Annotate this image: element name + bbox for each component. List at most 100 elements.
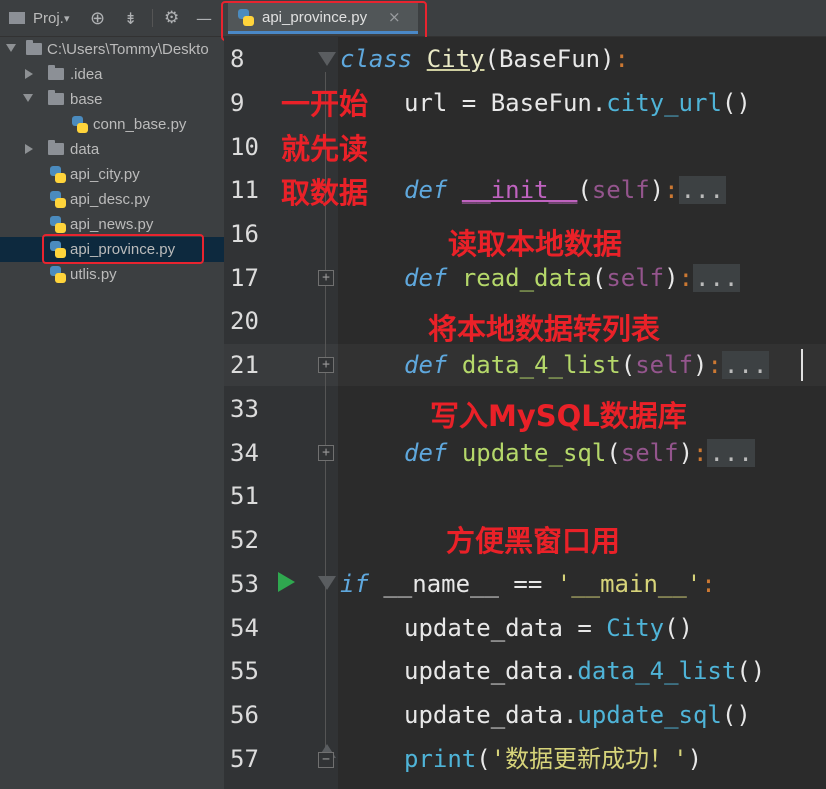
line-number: 8 — [230, 45, 245, 73]
code-line-55[interactable]: update_data.data_4_list() — [404, 657, 765, 685]
annotation-first-read-3: 取数据 — [281, 176, 369, 210]
attribute: city_url — [606, 89, 722, 117]
operator: == — [513, 570, 543, 598]
expand-arrow-icon[interactable] — [23, 94, 33, 102]
code-text: () — [736, 657, 766, 685]
code-line-34[interactable]: def update_sql(self):... — [404, 439, 755, 467]
code-text: : — [707, 351, 722, 379]
folded-code[interactable]: ... — [707, 439, 755, 467]
project-view-title[interactable]: Proj. — [33, 0, 64, 36]
collapsed-arrow-icon[interactable] — [25, 144, 33, 154]
self-param: self — [591, 176, 650, 204]
line-number: 52 — [230, 526, 259, 554]
code-text: () — [721, 701, 751, 729]
annotation-write-mysql: 写入MySQL数据库 — [430, 399, 687, 433]
code-line-53[interactable]: if __name__ == '__main__': — [340, 570, 716, 598]
annotation-read-local: 读取本地数据 — [448, 227, 623, 261]
python-file-icon — [50, 216, 66, 233]
code-text: ( — [577, 176, 592, 204]
toolbar-divider — [152, 9, 153, 27]
python-file-icon — [50, 266, 66, 283]
function-name: read_data — [461, 264, 592, 292]
tree-item-api-desc[interactable]: api_desc.py — [0, 187, 224, 212]
code-text: () — [664, 614, 693, 642]
keyword: def — [404, 439, 448, 467]
fold-expand-icon[interactable]: + — [318, 270, 334, 286]
tree-item-idea[interactable]: .idea — [0, 62, 224, 87]
code-text: url = BaseFun. — [404, 89, 607, 117]
code-text: ( — [606, 439, 621, 467]
folded-code[interactable]: ... — [678, 176, 726, 204]
collapsed-arrow-icon[interactable] — [25, 69, 33, 79]
python-file-icon — [50, 166, 66, 183]
tree-item-api-city[interactable]: api_city.py — [0, 162, 224, 187]
line-number: 16 — [230, 220, 259, 248]
keyword: def — [404, 264, 448, 292]
highlight-box-tab — [221, 1, 427, 41]
class-call: City — [606, 614, 665, 642]
folder-icon — [26, 40, 42, 55]
project-folder-icon — [9, 0, 25, 36]
line-number: 53 — [230, 570, 259, 598]
run-icon[interactable] — [278, 572, 295, 592]
python-file-icon — [72, 116, 88, 133]
python-file-icon — [50, 191, 66, 208]
fold-expand-icon[interactable]: + — [318, 445, 334, 461]
code-line-54[interactable]: update_data = City() — [404, 614, 693, 642]
code-text: ( — [476, 745, 491, 773]
code-text: ) — [678, 439, 694, 467]
project-panel: Proj. ▾ ⊕ ⇟ ⚙ — C:\Users\Tommy\Deskto .i… — [0, 0, 224, 789]
expand-arrow-icon[interactable] — [6, 44, 16, 52]
collapse-all-icon[interactable]: ⇟ — [124, 0, 137, 36]
code-line-9[interactable]: url = BaseFun.city_url() — [404, 89, 751, 117]
tree-item-label: utlis.py — [70, 266, 117, 283]
code-line-57[interactable]: print('数据更新成功！') — [404, 745, 702, 773]
string-literal: '数据更新成功！' — [490, 745, 688, 773]
text-caret — [801, 349, 803, 381]
fold-collapse-icon[interactable]: − — [318, 752, 334, 768]
code-text: ) — [687, 745, 703, 773]
gear-icon[interactable]: ⚙ — [164, 0, 179, 36]
keyword: if — [340, 570, 369, 598]
tree-item-root[interactable]: C:\Users\Tommy\Deskto — [0, 37, 224, 62]
fold-expand-icon[interactable]: + — [318, 357, 334, 373]
tree-item-conn-base[interactable]: conn_base.py — [0, 112, 224, 137]
code-text: : — [693, 439, 708, 467]
hide-panel-icon[interactable]: — — [196, 0, 212, 36]
folded-code[interactable]: ... — [693, 264, 741, 292]
string-literal: '__main__' — [542, 570, 702, 598]
line-number: 10 — [230, 133, 259, 161]
code-text: ( — [620, 351, 636, 379]
chevron-down-icon[interactable]: ▾ — [64, 0, 70, 36]
tree-item-base[interactable]: base — [0, 87, 224, 112]
line-number: 20 — [230, 307, 259, 335]
tree-item-label: .idea — [70, 66, 103, 83]
tree-item-utlis[interactable]: utlis.py — [0, 262, 224, 287]
locate-icon[interactable]: ⊕ — [90, 0, 105, 36]
folder-icon — [48, 90, 64, 105]
keyword: class — [340, 45, 413, 73]
method-call: data_4_list — [577, 657, 737, 685]
code-line-11[interactable]: def __init__(self):... — [404, 176, 726, 204]
folder-icon — [48, 140, 64, 155]
code-line-56[interactable]: update_data.update_sql() — [404, 701, 751, 729]
code-text: update_data = — [404, 614, 607, 642]
code-line-21[interactable]: def data_4_list(self):... — [404, 351, 770, 379]
fold-open-icon[interactable] — [318, 576, 336, 590]
code-line-17[interactable]: def read_data(self):... — [404, 264, 741, 292]
fold-open-icon[interactable] — [318, 52, 336, 66]
self-param: self — [606, 264, 665, 292]
code-text: update_data. — [404, 701, 578, 729]
folded-code[interactable]: ... — [721, 351, 770, 379]
self-param: self — [635, 351, 694, 379]
line-number: 57 — [230, 745, 259, 773]
code-text: ) — [693, 351, 708, 379]
code-text: : — [701, 570, 716, 598]
annotation-to-list: 将本地数据转列表 — [428, 312, 661, 346]
tree-item-label: base — [70, 91, 103, 108]
code-line-8[interactable]: class City(BaseFun): — [340, 45, 629, 73]
tree-item-data[interactable]: data — [0, 137, 224, 162]
line-number: 33 — [230, 395, 259, 423]
line-number: 55 — [230, 657, 259, 685]
code-text: update_data. — [404, 657, 578, 685]
